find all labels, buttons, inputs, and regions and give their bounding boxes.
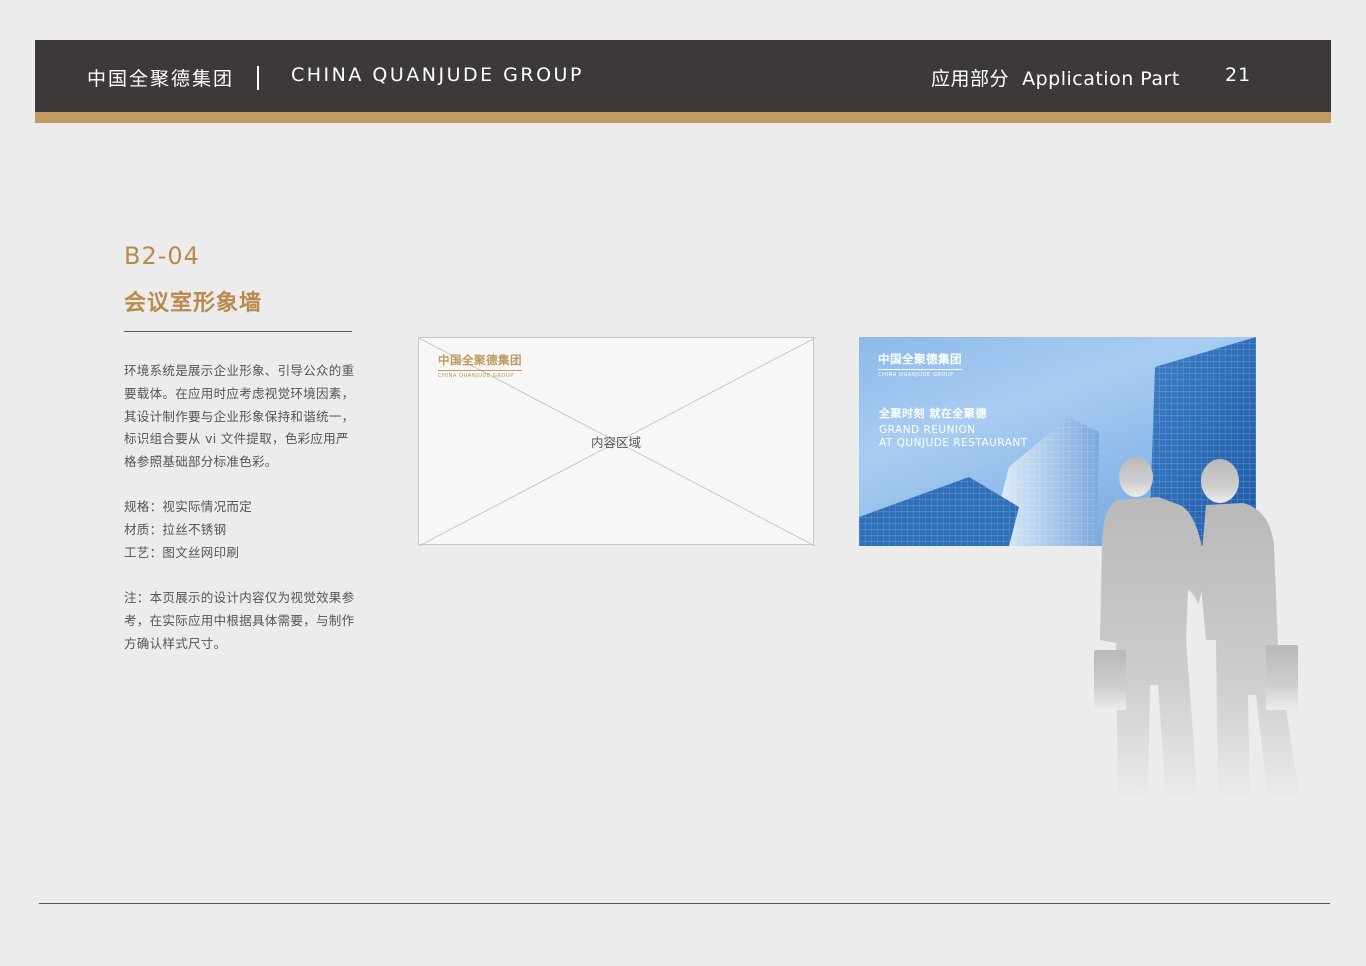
section-description: 环境系统是展示企业形象、引导公众的重要载体。在应用时应考虑视觉环境因素，其设计制…	[124, 363, 355, 470]
header-accent-strip	[35, 112, 1331, 123]
section-note: 注：本页展示的设计内容仅为视觉效果参考，在实际应用中根据具体需要，与制作方确认样…	[124, 590, 355, 651]
footer-divider	[39, 903, 1330, 904]
header-divider	[257, 66, 259, 90]
wall-slogan: 全聚时刻 就在全聚德 GRAND REUNION AT QUNJUDE REST…	[879, 407, 1028, 451]
spec-size: 规格：视实际情况而定	[124, 499, 253, 514]
logo-text-en: CHINA QUANJUDE GROUP	[438, 370, 522, 379]
header-page-number: 21	[1225, 64, 1252, 86]
spec-material: 材质：拉丝不锈钢	[124, 521, 227, 537]
header-company-en: CHINA QUANJUDE GROUP	[291, 64, 584, 86]
wall-template-mockup: 中国全聚德集团 CHINA QUANJUDE GROUP 内容区域	[418, 337, 815, 546]
section-title: 会议室形象墙	[124, 291, 263, 316]
page-header: 中国全聚德集团 CHINA QUANJUDE GROUP 应用部分 Applic…	[35, 40, 1331, 112]
header-company-cn: 中国全聚德集团	[87, 68, 235, 90]
spec-list: 规格：视实际情况而定 材质：拉丝不锈钢 工艺：图文丝网印刷	[124, 496, 356, 564]
brand-logo: 中国全聚德集团 CHINA QUANJUDE GROUP	[438, 352, 522, 379]
logo-text-cn: 中国全聚德集团	[878, 352, 962, 366]
slogan-en-line1: GRAND REUNION	[879, 423, 976, 436]
slogan-cn: 全聚时刻 就在全聚德	[879, 407, 987, 420]
businessmen-silhouette-illustration	[1094, 457, 1300, 800]
content-area-label: 内容区域	[590, 435, 641, 450]
spec-process: 工艺：图文丝网印刷	[124, 544, 240, 560]
header-section-label: 应用部分 Application Part	[931, 68, 1180, 90]
brand-logo-white: 中国全聚德集团 CHINA QUANJUDE GROUP	[878, 351, 962, 378]
title-divider	[124, 331, 352, 332]
logo-text-en: CHINA QUANJUDE GROUP	[878, 369, 962, 378]
slogan-en-line2: AT QUNJUDE RESTAURANT	[879, 437, 1028, 449]
logo-text-cn: 中国全聚德集团	[438, 353, 522, 367]
section-code: B2-04	[124, 242, 200, 270]
